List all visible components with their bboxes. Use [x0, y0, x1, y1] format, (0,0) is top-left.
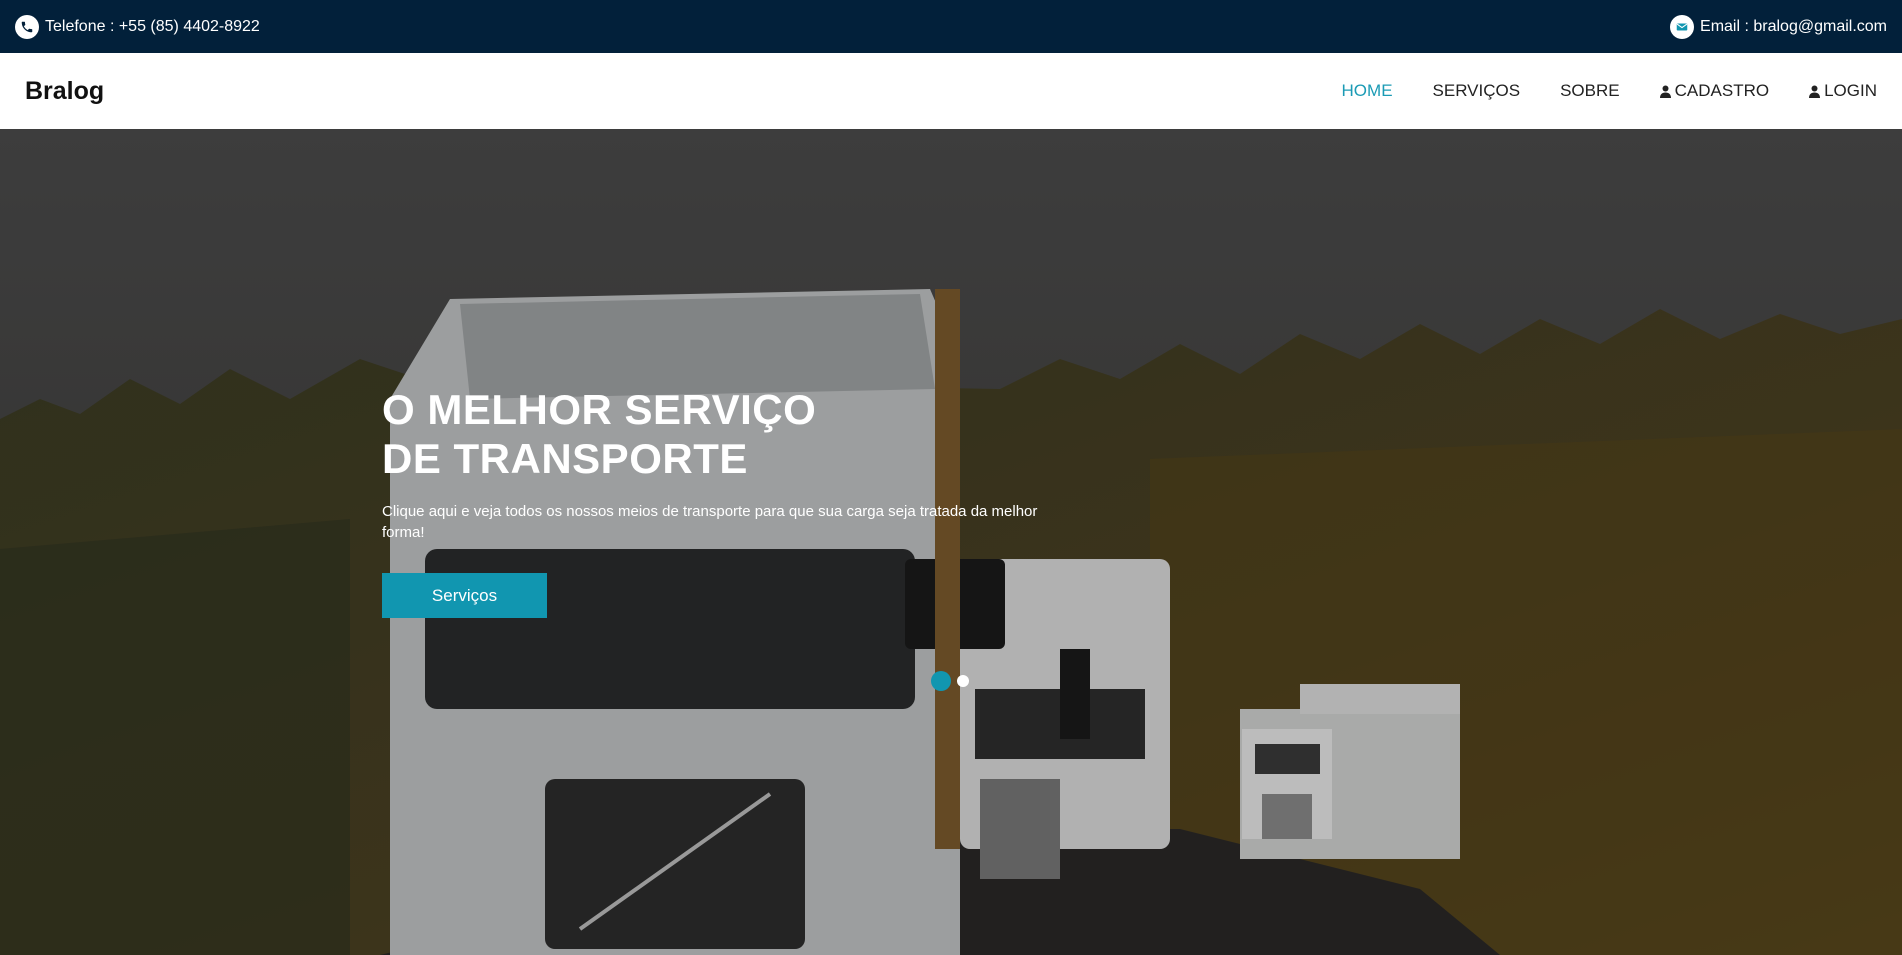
hero-title-line-1: O MELHOR SERVIÇO — [382, 386, 817, 433]
nav-item-label: LOGIN — [1824, 81, 1877, 100]
nav-item-home[interactable]: HOME — [1342, 81, 1393, 101]
nav-item-cadastro[interactable]: CADASTRO — [1659, 81, 1770, 101]
envelope-icon — [1670, 14, 1695, 39]
nav-item-servicos[interactable]: SERVIÇOS — [1433, 81, 1521, 101]
carousel-dot-2[interactable] — [957, 675, 969, 687]
main-navbar: Bralog HOME SERVIÇOS SOBRE CADASTRO LOGI… — [0, 53, 1902, 129]
user-icon — [1809, 85, 1821, 98]
hero-carousel: O MELHOR SERVIÇO DE TRANSPORTE Clique aq… — [0, 129, 1902, 955]
nav-item-label: HOME — [1341, 81, 1393, 100]
phone-icon — [15, 14, 39, 39]
nav-item-label: SOBRE — [1560, 81, 1620, 100]
hero-title-line-2: DE TRANSPORTE — [382, 435, 748, 482]
phone-contact: Telefone : +55 (85) 4402-8922 — [15, 0, 260, 53]
top-contact-bar: Telefone : +55 (85) 4402-8922 Email : br… — [0, 0, 1902, 53]
brand-logo[interactable]: Bralog — [25, 77, 104, 106]
servicos-button[interactable]: Serviços — [382, 573, 547, 618]
nav-item-login[interactable]: LOGIN — [1809, 81, 1877, 101]
carousel-indicators — [931, 671, 975, 691]
nav-item-sobre[interactable]: SOBRE — [1560, 81, 1620, 101]
nav-menu: HOME SERVIÇOS SOBRE CADASTRO LOGIN — [1302, 53, 1877, 129]
user-icon — [1659, 85, 1671, 98]
nav-item-label: SERVIÇOS — [1432, 81, 1521, 100]
carousel-dot-1[interactable] — [931, 671, 951, 691]
phone-text: Telefone : +55 (85) 4402-8922 — [45, 17, 260, 35]
nav-item-label: CADASTRO — [1674, 81, 1770, 100]
email-contact: Email : bralog@gmail.com — [1670, 0, 1887, 53]
hero-subtitle: Clique aqui e veja todos os nossos meios… — [382, 503, 1038, 541]
hero-content: O MELHOR SERVIÇO DE TRANSPORTE Clique aq… — [382, 385, 1062, 618]
email-text[interactable]: Email : bralog@gmail.com — [1700, 18, 1887, 36]
hero-title: O MELHOR SERVIÇO DE TRANSPORTE — [382, 385, 1062, 483]
